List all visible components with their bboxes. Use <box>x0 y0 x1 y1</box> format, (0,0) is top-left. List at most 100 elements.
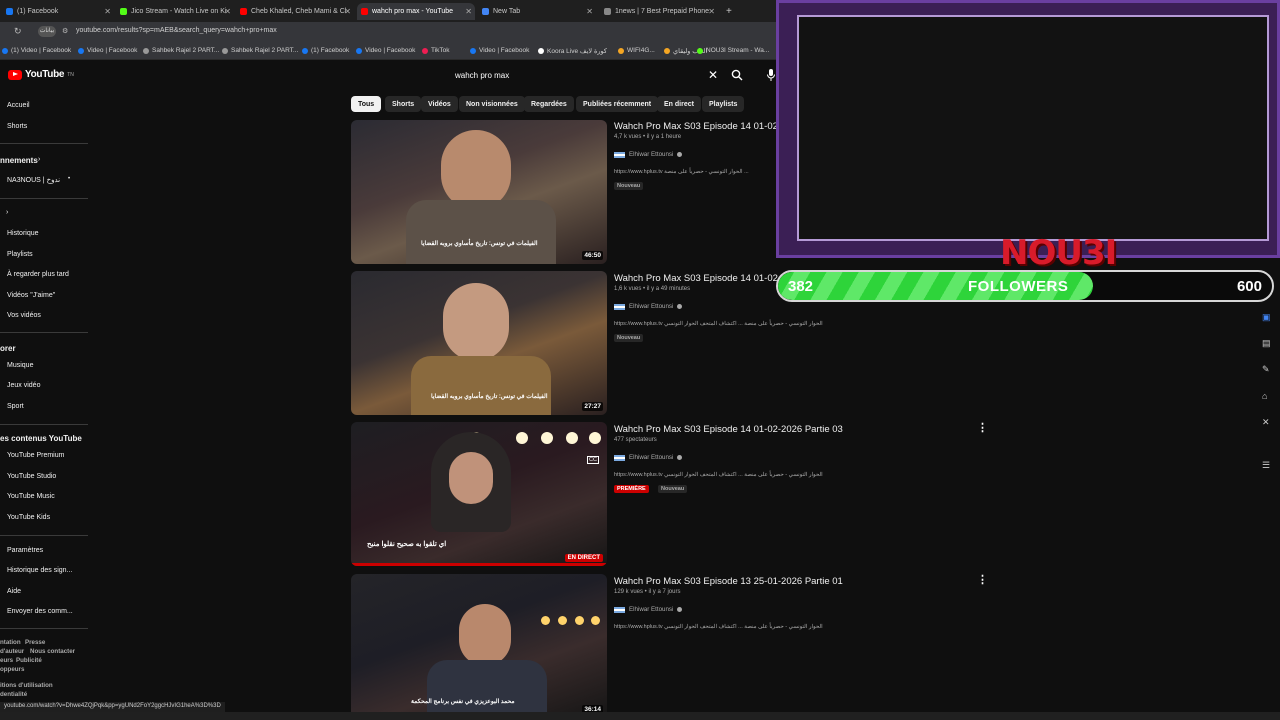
video-thumbnail[interactable]: محمد البوعزيزي في نفس برنامج المحكمة 36:… <box>351 574 607 718</box>
footer-link[interactable]: eurs <box>0 657 13 664</box>
bookmark[interactable]: Sahbek Rajel 2 PART... <box>222 47 298 54</box>
youtube-logo[interactable]: YouTube TN <box>8 69 74 80</box>
edit-icon[interactable]: ✎ <box>1262 364 1272 374</box>
video-title[interactable]: Wahch Pro Max S03 Episode 13 25-01-2026 … <box>614 576 843 587</box>
search-icon[interactable] <box>731 69 743 81</box>
channel-link[interactable]: Elhiwar Ettounsi <box>614 454 683 461</box>
sidebar-item-subscription[interactable]: NA3NOUS | ندوخ <box>7 176 60 184</box>
sidebar-item-liked[interactable]: Vidéos "J'aime" <box>7 292 55 299</box>
sidebar-item-shorts[interactable]: Shorts <box>7 123 27 130</box>
channel-avatar <box>614 454 625 461</box>
bookmark[interactable]: (1) Facebook <box>302 47 349 54</box>
chat-icon[interactable]: ▣ <box>1262 312 1272 322</box>
chip-shorts[interactable]: Shorts <box>385 96 422 112</box>
sidebar-item-watch-later[interactable]: À regarder plus tard <box>7 271 69 278</box>
footer-link[interactable]: oppeurs <box>0 666 24 673</box>
new-tab-button[interactable]: + <box>722 3 736 20</box>
site-info-icon[interactable]: ⚙ <box>62 27 68 35</box>
footer-link[interactable]: ntation <box>0 639 21 646</box>
video-meta: 4,7 k vues • il y a 1 heure <box>614 134 682 140</box>
footer-link[interactable]: Publicité <box>16 657 42 664</box>
footer-link[interactable]: Nous contacter <box>30 648 75 655</box>
video-thumbnail[interactable]: الفيلمات في تونس: تاريخ مأساوي بروبه الق… <box>351 120 607 264</box>
close-icon[interactable]: ✕ <box>344 7 351 16</box>
channel-link[interactable]: Elhiwar Ettounsi <box>614 606 683 613</box>
sidebar-item-home[interactable]: Accueil <box>7 102 30 109</box>
bookmark[interactable]: TikTok <box>422 47 450 54</box>
search-box[interactable]: wahch pro max ✕ <box>447 66 753 86</box>
browser-tab[interactable]: (1) Facebook ✕ <box>2 3 114 20</box>
sidebar-item-premium[interactable]: YouTube Premium <box>7 452 64 459</box>
facebook-icon <box>2 47 8 54</box>
browser-tab[interactable]: Cheb Khaled, Cheb Mami & Cl ✕ <box>236 3 354 20</box>
sidebar-item-report-history[interactable]: Historique des sign... <box>7 567 72 574</box>
tools-icon[interactable]: ✕ <box>1262 417 1272 427</box>
video-thumbnail[interactable]: اي تلقوا به صحيح نقلوا منبح CC EN DIRECT <box>351 422 607 566</box>
footer-link[interactable]: itions d'utilisation <box>0 682 53 689</box>
chip-playlists[interactable]: Playlists <box>702 96 745 112</box>
close-icon[interactable]: ✕ <box>586 7 593 16</box>
sidebar-item-gaming[interactable]: Jeux vidéo <box>7 382 40 389</box>
clear-search-icon[interactable]: ✕ <box>708 68 718 82</box>
search-input[interactable]: wahch pro max <box>455 71 509 80</box>
chip-watched[interactable]: Regardées <box>524 96 574 112</box>
bookmark[interactable]: Video | Facebook <box>470 47 529 54</box>
channel-link[interactable]: Elhiwar Ettounsi <box>614 303 683 310</box>
chevron-right-icon[interactable]: › <box>6 209 8 216</box>
channel-link[interactable]: Elhiwar Ettounsi <box>614 151 683 158</box>
sidebar-item-help[interactable]: Aide <box>7 588 21 595</box>
footer-link[interactable]: dentialité <box>0 691 27 698</box>
sidebar-item-settings[interactable]: Paramètres <box>7 547 43 554</box>
bookmark[interactable]: Video | Facebook <box>356 47 415 54</box>
bookmark[interactable]: Sahbek Rajel 2 PART... <box>143 47 219 54</box>
sidebar-item-sport[interactable]: Sport <box>7 403 24 410</box>
gamepad-icon[interactable]: ⌂ <box>1262 391 1272 401</box>
chip-unwatched[interactable]: Non visionnées <box>459 96 525 112</box>
bookmark[interactable]: Koora Live كورة لايف <box>538 47 607 55</box>
sidebar-item-feedback[interactable]: Envoyer des comm... <box>7 608 73 615</box>
browser-tab[interactable]: 1news | 7 Best Prepaid Phone ✕ <box>600 3 718 20</box>
sidebar-item-music-app[interactable]: YouTube Music <box>7 493 55 500</box>
browser-tab[interactable]: New Tab ✕ <box>478 3 596 20</box>
sidebar-item-kids[interactable]: YouTube Kids <box>7 514 50 521</box>
close-icon[interactable]: ✕ <box>708 7 715 16</box>
more-options-icon[interactable]: ⋮ <box>977 573 988 586</box>
video-title[interactable]: Wahch Pro Max S03 Episode 14 01-02-2 <box>614 273 786 284</box>
chip-live[interactable]: En direct <box>657 96 701 112</box>
game-icon <box>664 48 670 54</box>
bookmark[interactable]: Video | Facebook <box>78 47 137 54</box>
divider <box>0 628 88 629</box>
bookmark[interactable]: WIFI4G... <box>618 47 655 54</box>
notes-icon[interactable]: ▤ <box>1262 338 1272 348</box>
chip-all[interactable]: Tous <box>351 96 382 112</box>
video-title[interactable]: Wahch Pro Max S03 Episode 14 01-02-2 <box>614 121 786 132</box>
sidebar-item-your-videos[interactable]: Vos vidéos <box>7 312 41 319</box>
sidebar-item-music[interactable]: Musique <box>7 362 33 369</box>
close-icon[interactable]: ✕ <box>465 7 472 16</box>
sidebar-item-history[interactable]: Historique <box>7 230 39 237</box>
microphone-icon[interactable] <box>766 68 776 82</box>
browser-tab-active[interactable]: wahch pro max - YouTube ✕ <box>357 3 475 20</box>
video-thumbnail[interactable]: الفيلمات في تونس: تاريخ مأساوي بروبه الق… <box>351 271 607 415</box>
footer-link[interactable]: Presse <box>25 639 45 646</box>
bookmark[interactable]: (1) Video | Facebook <box>2 47 71 54</box>
sidebar-heading-subscriptions[interactable]: nnements <box>0 156 38 165</box>
video-title[interactable]: Wahch Pro Max S03 Episode 14 01-02-2026 … <box>614 424 843 435</box>
close-icon[interactable]: ✕ <box>104 7 111 16</box>
bookmark[interactable]: NOU3I Stream - Wa... <box>697 47 769 54</box>
more-options-icon[interactable]: ⋮ <box>977 421 988 434</box>
address-pill[interactable]: بيانات <box>38 26 56 37</box>
new-badge: Nouveau <box>658 485 688 493</box>
sidebar-item-playlists[interactable]: Playlists <box>7 251 33 258</box>
reload-icon[interactable]: ↻ <box>14 26 22 37</box>
settings-sliders-icon[interactable]: ☰ <box>1262 460 1272 470</box>
chip-videos[interactable]: Vidéos <box>421 96 458 112</box>
verified-icon <box>677 455 683 460</box>
close-icon[interactable]: ✕ <box>224 7 231 16</box>
sidebar-item-studio[interactable]: YouTube Studio <box>7 473 56 480</box>
chip-recent[interactable]: Publiées récemment <box>576 96 659 112</box>
browser-tab[interactable]: Jico Stream - Watch Live on Ki ✕ <box>116 3 234 20</box>
footer-link[interactable]: d'auteur <box>0 648 24 655</box>
globe-icon <box>604 8 611 15</box>
url-field[interactable]: youtube.com/results?sp=mAEB&search_query… <box>76 27 277 34</box>
